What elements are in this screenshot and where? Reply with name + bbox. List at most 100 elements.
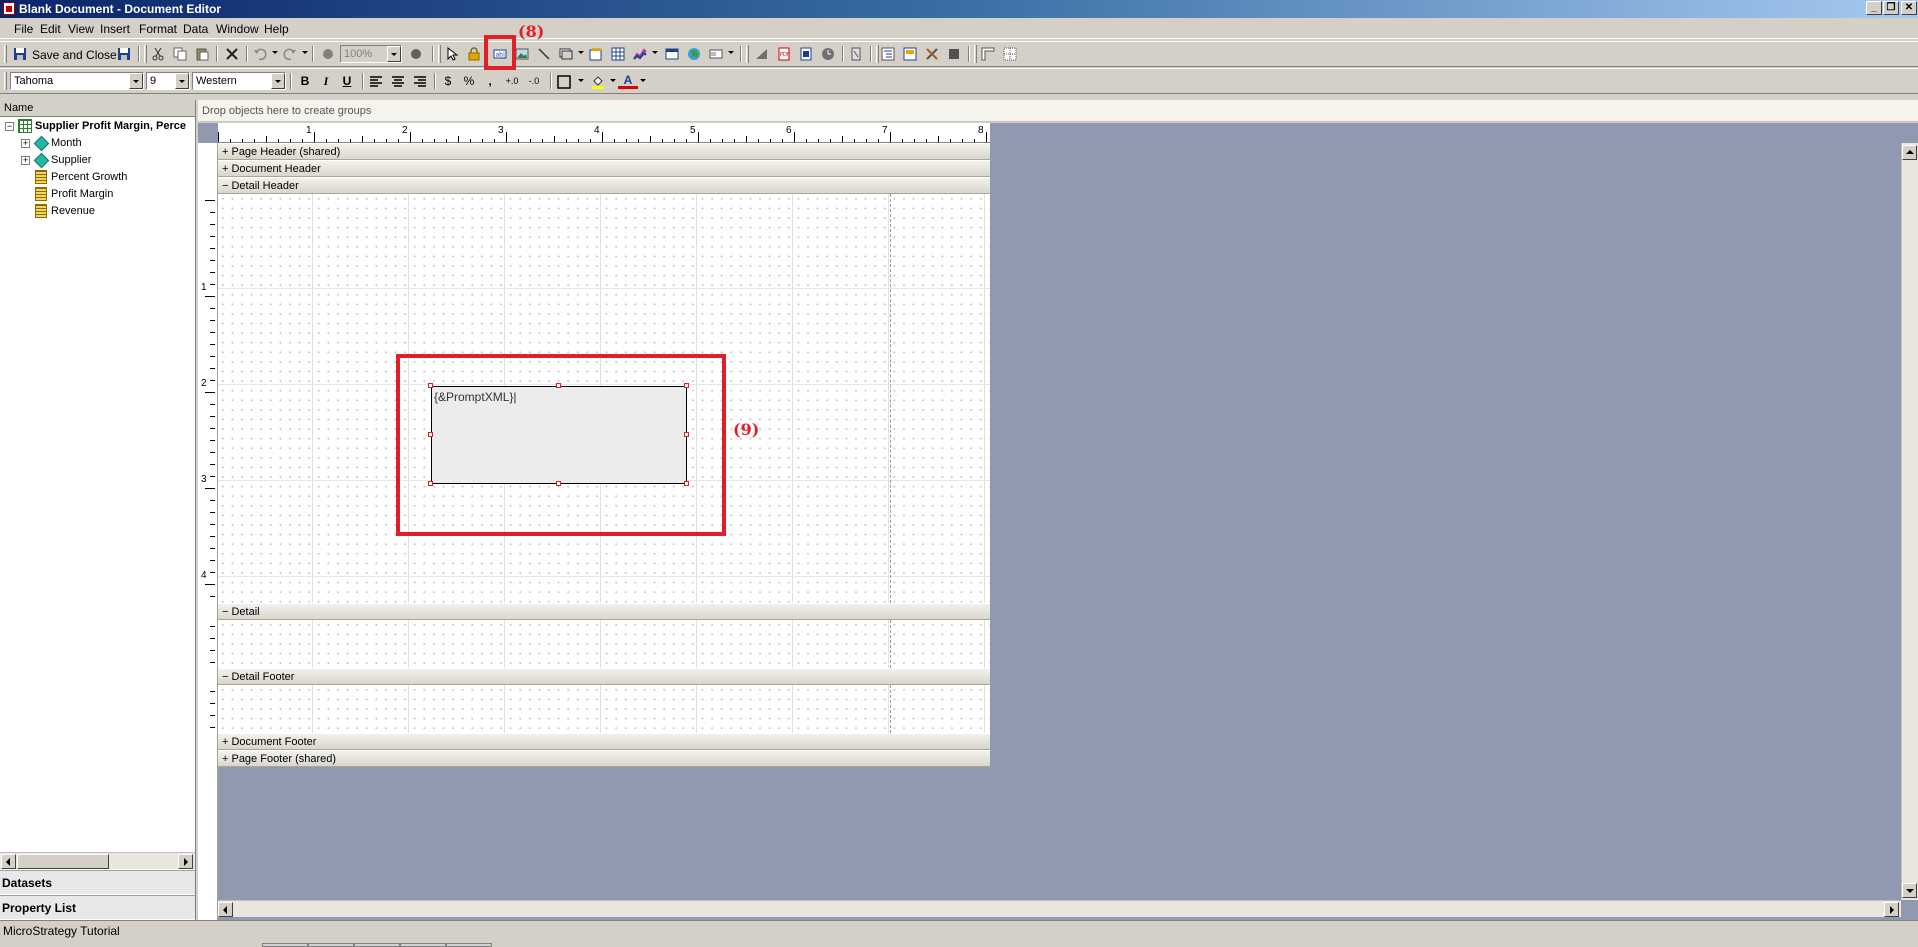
lock-button[interactable]	[464, 44, 484, 64]
restore-button[interactable]: ❐	[1883, 1, 1899, 15]
grid-button[interactable]	[608, 44, 628, 64]
menu-edit[interactable]: Edit	[40, 22, 61, 36]
scroll-thumb[interactable]	[17, 854, 109, 869]
panel-stack-button[interactable]	[586, 44, 606, 64]
chart-style-button[interactable]	[752, 44, 772, 64]
save-button[interactable]	[114, 44, 134, 64]
section-document-footer[interactable]: + Document Footer	[218, 733, 990, 750]
selector-button[interactable]	[706, 44, 726, 64]
undo-button[interactable]	[250, 44, 270, 64]
section-detail-footer[interactable]: − Detail Footer	[218, 668, 990, 685]
tree-horizontal-scrollbar[interactable]	[0, 852, 195, 869]
currency-button[interactable]: $	[438, 72, 458, 90]
decrease-decimal-button[interactable]: -.0	[524, 72, 544, 90]
tree-row-dataset[interactable]: − Supplier Profit Margin, Perce	[0, 118, 195, 135]
italic-button[interactable]: I	[316, 72, 336, 90]
rectangle-button[interactable]	[556, 44, 576, 64]
font-color-dropdown-icon[interactable]	[640, 79, 646, 82]
shape-dropdown-icon[interactable]	[578, 51, 584, 54]
border-dropdown-icon[interactable]	[578, 79, 584, 82]
copy-button[interactable]	[170, 44, 190, 64]
zoom-in-button[interactable]	[406, 44, 426, 64]
undo-dropdown-icon[interactable]	[272, 51, 278, 54]
tree-item-percent-growth[interactable]: Percent Growth	[0, 169, 195, 186]
font-select[interactable]: Tahoma	[10, 72, 144, 90]
toolbar-grip[interactable]	[4, 45, 7, 63]
scroll-right-icon[interactable]	[178, 854, 193, 869]
line-button[interactable]	[534, 44, 554, 64]
align-center-button[interactable]	[388, 72, 408, 92]
group-drop-zone[interactable]: Drop objects here to create groups	[198, 100, 1918, 122]
wizard-button[interactable]	[846, 44, 866, 64]
clock-button[interactable]	[818, 44, 838, 64]
menu-view[interactable]: View	[68, 22, 94, 36]
scroll-right-icon[interactable]	[1884, 902, 1899, 917]
underline-button[interactable]: U	[337, 72, 357, 90]
menu-help[interactable]: Help	[264, 22, 289, 36]
paste-button[interactable]	[192, 44, 212, 64]
tree-item-month[interactable]: + Month	[0, 135, 195, 152]
scroll-left-icon[interactable]	[218, 902, 233, 917]
tree-item-supplier[interactable]: + Supplier	[0, 152, 195, 169]
font-color-button[interactable]: A	[618, 72, 638, 89]
collapse-icon[interactable]: −	[5, 122, 14, 131]
graph-dropdown-icon[interactable]	[652, 51, 658, 54]
section-document-header[interactable]: + Document Header	[218, 160, 990, 177]
menu-insert[interactable]: Insert	[100, 22, 130, 36]
menu-file[interactable]: File	[14, 22, 33, 36]
redo-button[interactable]	[280, 44, 300, 64]
scroll-down-icon[interactable]	[1902, 883, 1917, 898]
save-close-label[interactable]: Save and Close	[32, 48, 117, 62]
scroll-up-icon[interactable]	[1902, 145, 1917, 160]
minimize-button[interactable]: _	[1866, 1, 1882, 15]
export-pdf-button[interactable]: PDF	[774, 44, 794, 64]
zoom-out-button[interactable]	[318, 44, 338, 64]
redo-dropdown-icon[interactable]	[302, 51, 308, 54]
tree-column-header[interactable]: Name	[0, 100, 195, 117]
tree-item-profit-margin[interactable]: Profit Margin	[0, 186, 195, 203]
font-size-select[interactable]: 9	[146, 72, 190, 90]
close-button[interactable]: ✕	[1901, 1, 1917, 15]
stop-button[interactable]	[944, 44, 964, 64]
section-detail[interactable]: − Detail	[218, 603, 990, 620]
scroll-left-icon[interactable]	[1, 854, 16, 869]
border-button[interactable]	[554, 72, 574, 92]
property-list-tab[interactable]: Property List	[0, 895, 195, 919]
grid-toggle-button[interactable]	[1000, 44, 1020, 64]
select-tool-button[interactable]	[442, 44, 462, 64]
expand-icon[interactable]: +	[21, 139, 30, 148]
graph-button[interactable]	[630, 44, 650, 64]
datasets-tab[interactable]: Datasets	[0, 870, 195, 894]
detail-footer-body[interactable]	[218, 685, 990, 733]
canvas-horizontal-scrollbar[interactable]	[218, 900, 1901, 917]
percent-button[interactable]: %	[459, 72, 479, 90]
comma-button[interactable]: ,	[480, 72, 500, 90]
script-select[interactable]: Western	[192, 72, 286, 90]
html-container-button[interactable]	[662, 44, 682, 64]
fill-dropdown-icon[interactable]	[610, 79, 616, 82]
save-close-button[interactable]	[10, 44, 30, 64]
cut-button[interactable]	[148, 44, 168, 64]
document-properties-button[interactable]	[900, 44, 920, 64]
detail-body[interactable]	[218, 620, 990, 668]
fill-color-button[interactable]	[588, 72, 608, 92]
menu-format[interactable]: Format	[139, 22, 177, 36]
tree-view-button[interactable]	[878, 44, 898, 64]
align-left-button[interactable]	[366, 72, 386, 92]
canvas-vertical-scrollbar[interactable]	[1901, 143, 1918, 900]
increase-decimal-button[interactable]: +.0	[502, 72, 522, 90]
menu-window[interactable]: Window	[216, 22, 259, 36]
section-page-header[interactable]: + Page Header (shared)	[218, 143, 990, 160]
bold-button[interactable]: B	[295, 72, 315, 90]
expand-icon[interactable]: +	[21, 156, 30, 165]
zoom-select[interactable]: 100%	[340, 45, 402, 63]
selector-dropdown-icon[interactable]	[728, 51, 734, 54]
export-html-button[interactable]	[796, 44, 816, 64]
ruler-toggle-button[interactable]	[978, 44, 998, 64]
delete-button[interactable]	[222, 44, 242, 64]
tools-button[interactable]	[922, 44, 942, 64]
align-right-button[interactable]	[410, 72, 430, 92]
section-detail-header[interactable]: − Detail Header	[218, 177, 990, 194]
menu-data[interactable]: Data	[183, 22, 208, 36]
section-page-footer[interactable]: + Page Footer (shared)	[218, 750, 990, 767]
